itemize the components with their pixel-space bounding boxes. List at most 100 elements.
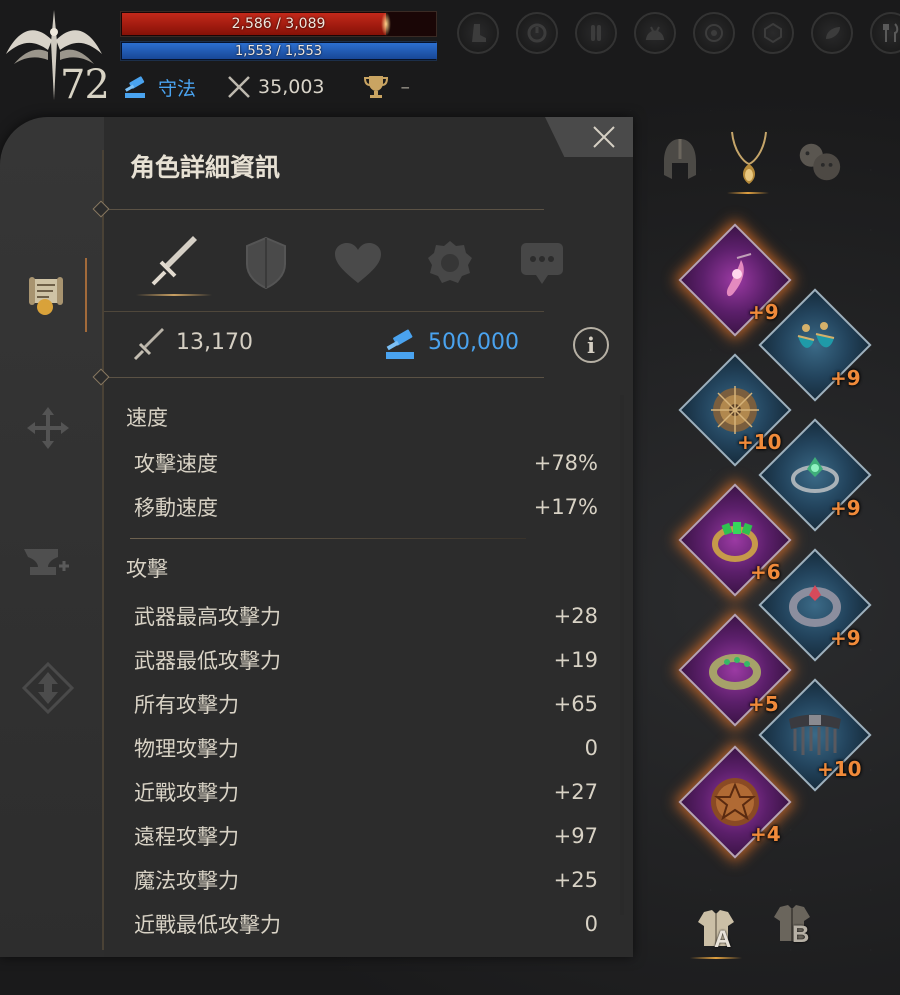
stat-value: +27 [553,780,598,804]
stat-label: 武器最高攻擊力 [134,605,281,629]
stat-label: 武器最低攻擊力 [134,649,281,673]
stat-value: 0 [584,736,598,760]
detail-tabs [128,230,588,296]
potion-buff-icon[interactable] [575,12,617,54]
info-button[interactable]: i [573,327,609,363]
title-separator [104,209,544,210]
stat-row: 近戰攻擊力 +27 [134,772,598,812]
stat-label: 魔法攻擊力 [134,869,239,893]
enhancement-level: +10 [817,757,862,781]
hp-bar: 2,586 / 3,089 [120,11,437,37]
close-icon [593,126,615,148]
stat-row: 攻擊速度 +78% [134,443,598,483]
set-a-active-indicator [690,957,742,959]
herb-buff-icon[interactable] [811,12,853,54]
stat-value: +65 [553,692,598,716]
tab-defense[interactable] [220,230,312,296]
stat-value: +25 [553,868,598,892]
side-menu-active-indicator [85,258,87,332]
power-summary: 13,170 500,000 i [130,320,620,370]
stat-row: 武器最高攻擊力 +28 [134,596,598,636]
tabs-separator [104,311,544,312]
stat-row: 近戰最低攻擊力 0 [134,904,598,944]
anvil-plus-icon [24,549,69,575]
trophy-icon[interactable] [361,72,391,102]
enhancement-level: +9 [830,626,861,650]
crossed-swords-icon [224,72,254,102]
tab-more[interactable] [496,230,588,296]
hud-stats: 守法 35,003 – [120,70,410,104]
category-armor[interactable] [655,130,705,190]
stat-row: 移動速度 +17% [134,487,598,527]
up-down-diamond-icon [21,661,75,715]
stat-row: 所有攻擊力 +65 [134,684,598,724]
side-menu-scroll[interactable] [20,266,76,322]
set-b-label: B [792,921,810,948]
shield-icon [246,236,286,290]
top-hud: 72 2,586 / 3,089 1,553 / 1,553 守法 35,003… [0,0,900,110]
stat-label: 移動速度 [134,496,218,520]
side-menu-upgrade[interactable] [20,660,76,716]
stat-row: 武器最低攻擊力 +19 [134,640,598,680]
category-active-indicator [727,192,769,194]
stat-label: 近戰最低攻擊力 [134,913,281,937]
attack-power-value: 13,170 [176,330,253,355]
panel-title: 角色詳細資訊 [130,153,281,182]
section-title-attack: 攻擊 [126,557,168,581]
tab-element[interactable] [404,230,496,296]
guard-value: 500,000 [428,330,519,355]
set-b-button[interactable]: B [762,893,822,953]
mp-bar: 1,553 / 1,553 [120,41,437,61]
stat-row: 物理攻擊力 0 [134,728,598,768]
move-arrows-icon [27,407,69,449]
stat-value: +17% [533,495,598,519]
helmet-icon [664,139,696,179]
cooldown-buff-icon[interactable] [516,12,558,54]
shield-buff-icon[interactable] [752,12,794,54]
enhancement-level: +10 [737,430,782,454]
hp-text: 2,586 / 3,089 [231,16,326,32]
stat-row: 遠程攻擊力 +97 [134,816,598,856]
stat-value: +97 [553,824,598,848]
set-a-button[interactable]: A [686,898,746,958]
enhancement-level: +9 [830,366,861,390]
tab-attack[interactable] [128,230,220,296]
gavel-icon [120,72,150,102]
stats-list: 速度 攻擊速度 +78% 移動速度 +17% 攻擊 武器最高攻擊力 +28 武器… [104,388,633,948]
stat-value: +19 [553,648,598,672]
stats-scrollbar[interactable] [620,395,624,915]
heart-icon [335,243,381,283]
mp-text: 1,553 / 1,553 [234,43,323,59]
creature-buff-icon[interactable] [634,12,676,54]
category-collection[interactable] [794,132,844,192]
enhancement-level: +9 [830,496,861,520]
tab-active-underline [136,294,212,296]
necklace-icon [731,131,767,184]
stat-value: 0 [584,912,598,936]
food-buff-icon[interactable] [870,12,900,54]
stat-label: 遠程攻擊力 [134,825,239,849]
target-buff-icon[interactable] [693,12,735,54]
gear-icon [428,241,472,283]
creature-icon [799,143,841,181]
stat-label: 所有攻擊力 [134,693,239,717]
side-menu-move[interactable] [20,400,76,456]
alignment-label: 守法 [158,77,197,100]
side-menu-anvil[interactable] [20,534,76,590]
enhancement-level: +5 [748,692,779,716]
tab-vitality[interactable] [312,230,404,296]
section-separator [130,538,526,539]
power-separator [104,377,544,378]
stat-label: 近戰攻擊力 [134,781,239,805]
enhancement-level: +4 [750,822,781,846]
boots-buff-icon[interactable] [457,12,499,54]
character-level: 72 [60,62,110,108]
set-a-label: A [714,926,732,953]
ranking-value: – [400,76,411,98]
scroll-icon [29,277,63,315]
stat-value: +28 [553,604,598,628]
buff-bar [457,12,900,54]
category-accessory[interactable] [724,128,774,188]
stat-label: 物理攻擊力 [134,737,239,761]
dagger-icon [133,328,164,361]
